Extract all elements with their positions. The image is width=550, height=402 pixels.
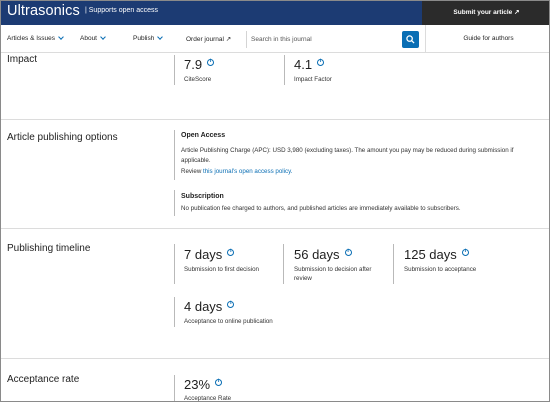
- open-access-badge: | Supports open access: [85, 7, 159, 14]
- publishing-options-title: Article publishing options: [7, 132, 118, 143]
- impact-factor-label: Impact Factor: [294, 76, 332, 83]
- first-decision-number: 7 days: [184, 247, 223, 262]
- search-button[interactable]: [402, 31, 419, 48]
- citescore-number: 7.9: [184, 57, 203, 72]
- metric-divider: [284, 55, 285, 85]
- nav-about[interactable]: About: [80, 34, 106, 42]
- nav-publish[interactable]: Publish: [133, 34, 164, 42]
- metric-divider: [393, 244, 394, 284]
- page-frame: Ultrasonics | Supports open access Submi…: [0, 0, 550, 402]
- subscription-heading: Subscription: [181, 193, 224, 200]
- subscription-text: No publication fee charged to authors, a…: [181, 205, 461, 212]
- nav-about-label: About: [80, 35, 97, 42]
- option-divider: [174, 190, 175, 216]
- info-icon[interactable]: [461, 249, 469, 256]
- impact-factor-value: 4.1: [294, 57, 325, 72]
- info-icon[interactable]: [227, 249, 235, 256]
- guide-for-authors-link[interactable]: Guide for authors: [425, 25, 549, 53]
- metric-divider: [174, 297, 175, 327]
- nav-order-journal-label: Order journal ↗: [186, 36, 232, 43]
- section-divider: [1, 228, 549, 229]
- decision-after-review-value: 56 days: [294, 247, 352, 262]
- acceptance-time-number: 125 days: [404, 247, 457, 262]
- online-publication-value: 4 days: [184, 299, 235, 314]
- acceptance-time-label: Submission to acceptance: [404, 266, 477, 273]
- apc-line-1: Article Publishing Charge (APC): USD 3,9…: [181, 147, 514, 154]
- decision-after-review-label-1: Submission to decision after: [294, 266, 372, 273]
- metric-divider: [283, 244, 284, 284]
- metric-divider: [174, 375, 175, 401]
- oa-policy-text: Review this journal's open access policy…: [181, 167, 292, 177]
- online-publication-label: Acceptance to online publication: [184, 318, 273, 325]
- first-decision-label: Submission to first decision: [184, 266, 259, 273]
- impact-factor-number: 4.1: [294, 57, 313, 72]
- nav-order-journal[interactable]: Order journal ↗: [186, 35, 231, 43]
- nav-publish-label: Publish: [133, 35, 155, 42]
- chevron-down-icon: [157, 34, 164, 40]
- decision-after-review-label: Submission to decision after review: [294, 265, 371, 283]
- metric-divider: [174, 244, 175, 284]
- journal-header: Ultrasonics | Supports open access Submi…: [1, 1, 549, 25]
- chevron-down-icon: [100, 34, 106, 40]
- impact-title: Impact: [7, 54, 38, 65]
- section-divider: [1, 358, 549, 359]
- acceptance-rate-title: Acceptance rate: [7, 374, 80, 385]
- decision-after-review-number: 56 days: [294, 247, 340, 262]
- nav-articles-issues-label: Articles & Issues: [7, 35, 56, 42]
- info-icon[interactable]: [207, 59, 215, 66]
- first-decision-value: 7 days: [184, 247, 235, 262]
- apc-text: Article Publishing Charge (APC): USD 3,9…: [181, 146, 546, 165]
- acceptance-rate-number: 23%: [184, 377, 211, 392]
- citescore-label: CiteScore: [184, 76, 212, 83]
- oa-policy-prefix: Review: [181, 168, 204, 175]
- info-icon[interactable]: [317, 59, 325, 66]
- info-icon[interactable]: [344, 249, 352, 256]
- metric-divider: [174, 55, 175, 85]
- online-publication-number: 4 days: [184, 299, 223, 314]
- apc-line-2: applicable.: [181, 156, 211, 164]
- acceptance-rate-label: Acceptance Rate: [184, 395, 232, 402]
- section-divider: [1, 119, 549, 120]
- citescore-value: 7.9: [184, 57, 215, 72]
- acceptance-rate-value: 23%: [184, 377, 223, 392]
- oa-policy-link[interactable]: this journal's open access policy.: [203, 168, 292, 175]
- submit-article-button[interactable]: Submit your article ↗: [422, 1, 549, 25]
- acceptance-time-value: 125 days: [404, 247, 469, 262]
- nav-articles-issues[interactable]: Articles & Issues: [7, 34, 64, 42]
- decision-after-review-label-2: review: [294, 275, 312, 282]
- timeline-title: Publishing timeline: [7, 243, 91, 254]
- info-icon[interactable]: [215, 379, 223, 386]
- open-access-heading: Open Access: [181, 132, 226, 139]
- search-icon: [406, 35, 415, 44]
- chevron-down-icon: [58, 34, 64, 40]
- journal-title[interactable]: Ultrasonics: [7, 3, 80, 19]
- journal-search: [246, 31, 419, 48]
- info-icon[interactable]: [227, 301, 235, 308]
- search-input[interactable]: [251, 33, 399, 46]
- option-divider: [174, 130, 175, 180]
